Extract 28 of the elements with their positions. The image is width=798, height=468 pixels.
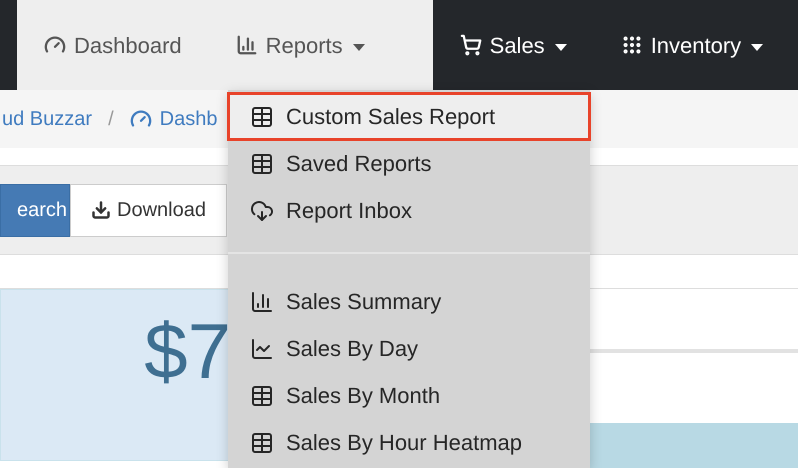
menu-item[interactable]: Sales Summary	[228, 278, 590, 325]
menu-item[interactable]: Report Inbox	[228, 187, 590, 234]
bar-chart-icon	[250, 290, 274, 314]
search-button[interactable]: earch	[0, 184, 70, 236]
sales-amount: $7	[144, 312, 231, 390]
cart-icon	[460, 34, 482, 56]
line-chart-icon	[250, 336, 274, 360]
menu-item[interactable]: Custom Sales Report	[228, 93, 590, 140]
breadcrumb-separator: /	[108, 107, 114, 132]
table-icon	[250, 430, 274, 454]
table-icon	[250, 384, 274, 408]
table-icon	[250, 104, 274, 128]
breadcrumb-link[interactable]: ud Buzzar	[2, 104, 92, 134]
cloud-download-icon	[250, 198, 274, 222]
menu-item[interactable]: Sales By Day	[228, 325, 590, 372]
grid-icon	[620, 34, 643, 56]
menu-item[interactable]: Saved Reports	[228, 140, 590, 187]
menu-item[interactable]: Sales By Month	[228, 372, 590, 419]
nav-item[interactable]: Reports	[208, 0, 433, 90]
download-button[interactable]: Download	[70, 184, 227, 236]
menu-item[interactable]: Sales By Hour Heatmap	[228, 419, 590, 466]
nav-item[interactable]: Sales	[432, 0, 594, 90]
nav-item[interactable]: Inventory	[594, 0, 790, 90]
nav-item[interactable]: Dashboard	[17, 0, 209, 90]
bar-chart-icon	[236, 34, 258, 56]
breadcrumb-link[interactable]: Dashb	[130, 104, 218, 134]
table-icon	[250, 152, 274, 176]
download-icon	[91, 200, 111, 220]
